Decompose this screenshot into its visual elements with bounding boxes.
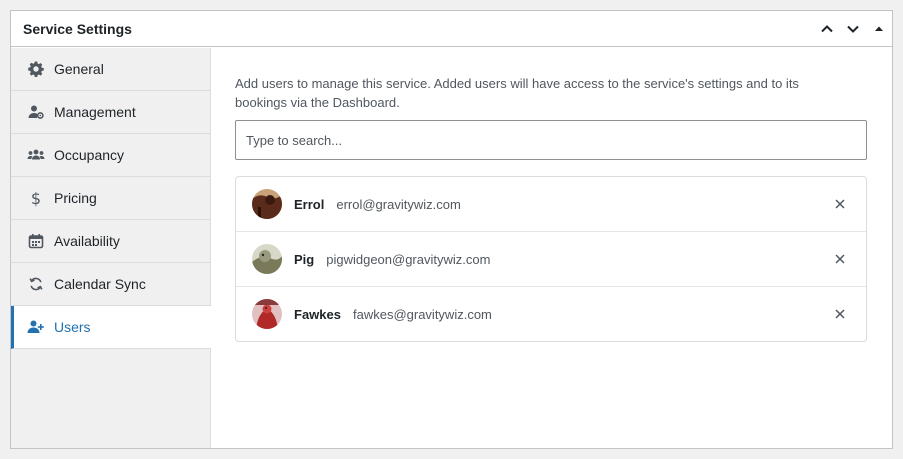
sidebar-item-label: General — [54, 61, 104, 77]
settings-sidebar: General Management Occupancy $ Pricing A… — [11, 48, 211, 448]
service-settings-panel: Service Settings General Management Occu… — [10, 10, 893, 449]
sidebar-item-label: Calendar Sync — [54, 276, 146, 292]
panel-title: Service Settings — [23, 20, 132, 37]
sidebar-item-availability[interactable]: Availability — [11, 220, 210, 263]
user-search-input[interactable] — [235, 120, 867, 160]
list-item: Fawkes fawkes@gravitywiz.com — [236, 287, 866, 341]
avatar — [252, 189, 282, 219]
user-email: pigwidgeon@gravitywiz.com — [326, 251, 491, 267]
avatar — [252, 299, 282, 329]
user-email: errol@gravitywiz.com — [336, 196, 461, 212]
sidebar-item-label: Availability — [54, 233, 120, 249]
move-down-button[interactable] — [840, 11, 866, 47]
triangle-up-icon — [875, 26, 883, 31]
users-description: Add users to manage this service. Added … — [235, 76, 799, 110]
remove-user-button[interactable] — [830, 304, 850, 324]
user-plus-icon — [27, 318, 45, 336]
dollar-icon: $ — [30, 188, 42, 208]
sync-icon — [27, 275, 45, 293]
users-settings-content: Add users to manage this service. Added … — [211, 48, 892, 448]
chevron-up-icon — [821, 24, 833, 32]
avatar — [252, 244, 282, 274]
list-item: Pig pigwidgeon@gravitywiz.com — [236, 232, 866, 287]
chevron-down-icon — [847, 25, 859, 33]
close-icon — [835, 254, 845, 264]
remove-user-button[interactable] — [830, 249, 850, 269]
toggle-panel-button[interactable] — [866, 11, 892, 47]
sidebar-item-label: Management — [54, 104, 136, 120]
header-actions — [814, 11, 892, 47]
sidebar-item-calendar-sync[interactable]: Calendar Sync — [11, 263, 210, 306]
sidebar-item-label: Occupancy — [54, 147, 125, 163]
sidebar-item-general[interactable]: General — [11, 48, 210, 91]
sidebar-item-label: Users — [54, 319, 91, 335]
move-up-button[interactable] — [814, 11, 840, 47]
list-item: Errol errol@gravitywiz.com — [236, 177, 866, 232]
sidebar-item-management[interactable]: Management — [11, 91, 210, 134]
panel-header: Service Settings — [11, 11, 892, 47]
user-email: fawkes@gravitywiz.com — [352, 306, 492, 322]
close-icon — [835, 309, 845, 319]
user-gear-icon — [27, 103, 45, 121]
remove-user-button[interactable] — [830, 194, 850, 214]
user-name: Errol — [294, 196, 325, 212]
user-name: Pig — [294, 251, 315, 267]
users-group-icon — [27, 146, 45, 164]
close-icon — [835, 199, 845, 209]
user-name: Fawkes — [294, 306, 341, 322]
sidebar-item-pricing[interactable]: $ Pricing — [11, 177, 210, 220]
panel-body: General Management Occupancy $ Pricing A… — [11, 48, 892, 448]
gear-icon — [27, 60, 45, 78]
sidebar-item-label: Pricing — [54, 190, 97, 206]
sidebar-item-users[interactable]: Users — [11, 306, 211, 349]
user-list: Errol errol@gravitywiz.com Pig pigwidgeo… — [235, 176, 867, 342]
calendar-icon — [27, 232, 45, 250]
sidebar-item-occupancy[interactable]: Occupancy — [11, 134, 210, 177]
